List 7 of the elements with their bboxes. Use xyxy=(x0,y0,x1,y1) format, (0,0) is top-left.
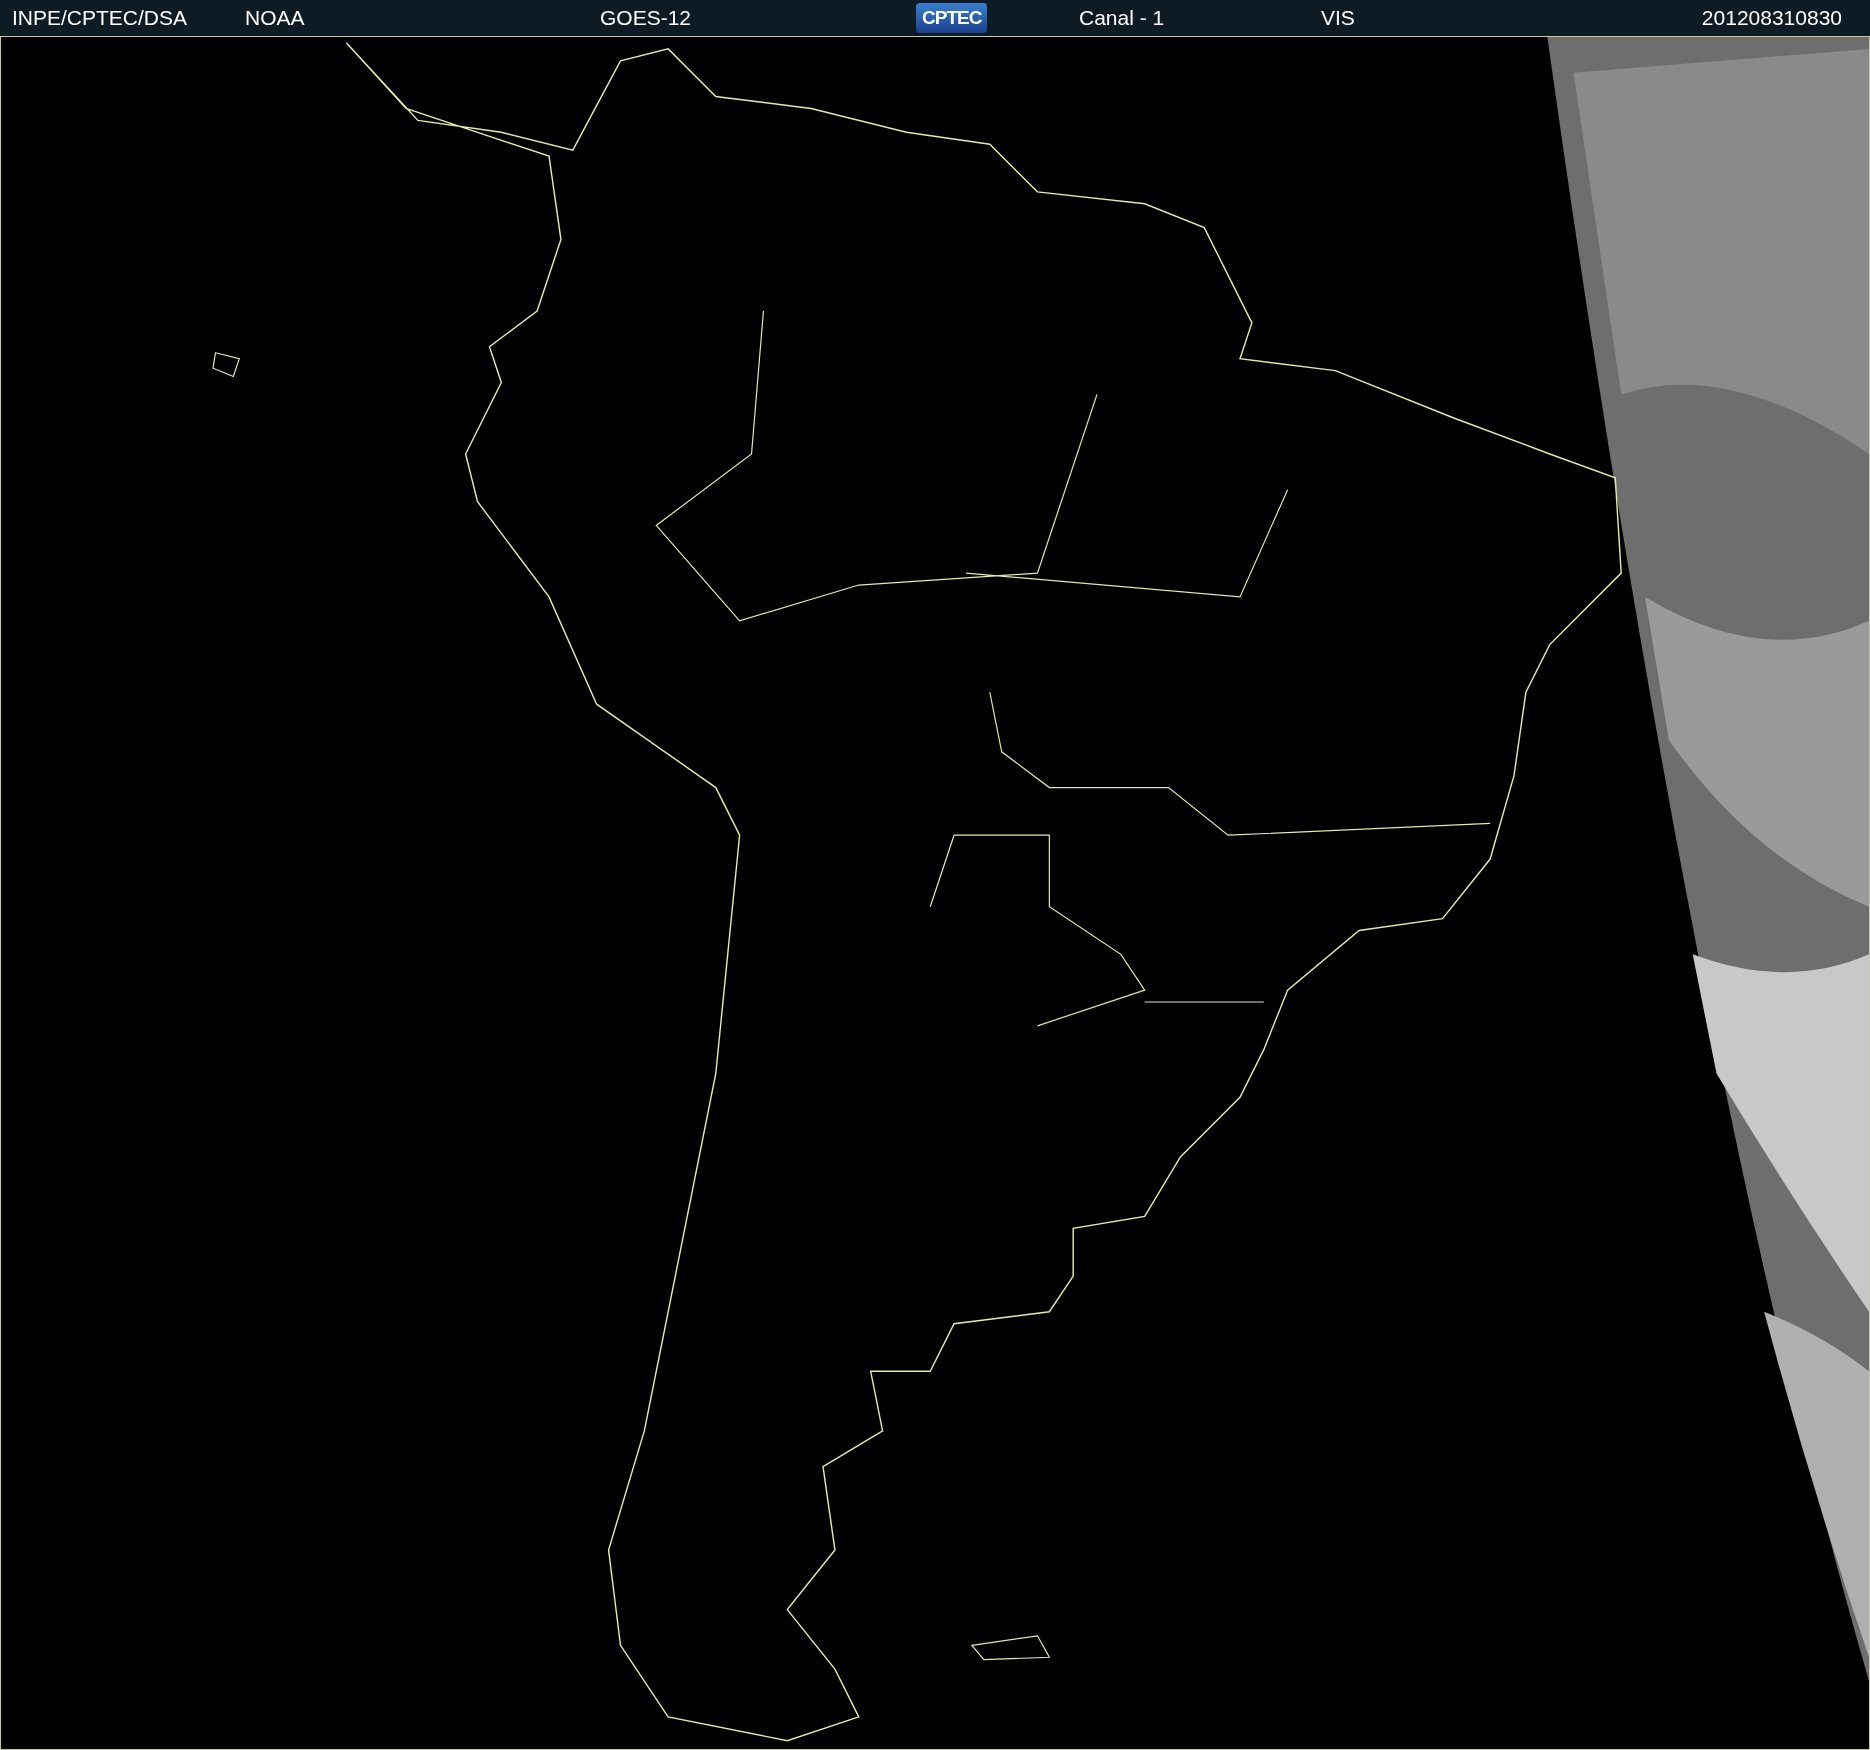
header-label: 201208310830 xyxy=(1701,6,1842,30)
logo: CPTEC xyxy=(916,3,988,33)
header-label: GOES-12 xyxy=(600,6,692,30)
header-label: NOAA xyxy=(245,6,305,30)
header-label: VIS xyxy=(1321,6,1355,30)
header-label: Canal - 1 xyxy=(1079,6,1165,30)
header-label: INPE/CPTEC/DSA xyxy=(12,6,188,30)
